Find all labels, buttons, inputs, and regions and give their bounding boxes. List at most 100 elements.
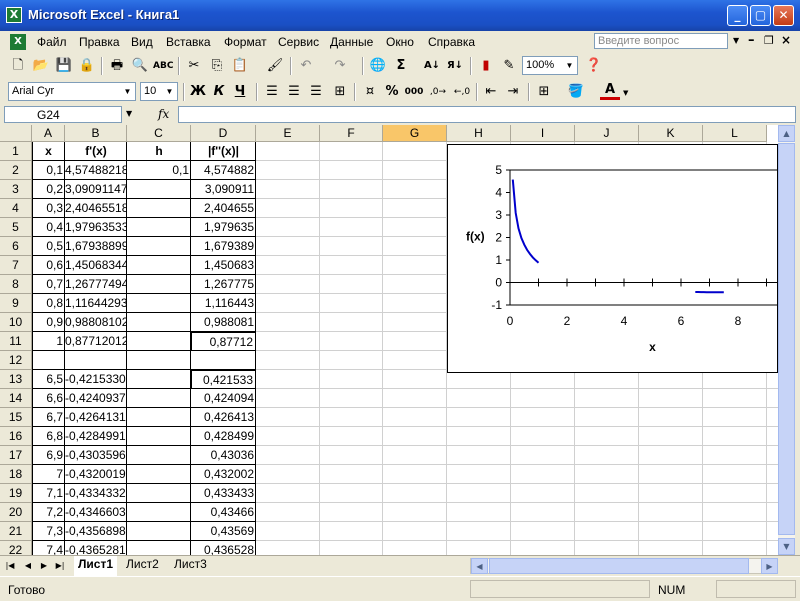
cell-h[interactable] [127, 218, 191, 237]
row-header-14[interactable]: 14 [0, 389, 32, 408]
row-header-20[interactable]: 20 [0, 503, 32, 522]
cell-x[interactable]: 6,8 [32, 427, 65, 446]
row-header-10[interactable]: 10 [0, 313, 32, 332]
cell-fprime[interactable]: -0,434660339 [65, 503, 127, 522]
spelling-icon[interactable]: ABC [153, 56, 173, 76]
column-header-j[interactable]: J [575, 125, 639, 142]
zoom-combo[interactable]: 100% ▼ [522, 56, 578, 75]
doc-restore-icon[interactable]: ❐ [764, 34, 774, 47]
cell-x[interactable]: 0,5 [32, 237, 65, 256]
cell-fdouble[interactable]: 0,432002 [191, 465, 256, 484]
cell-h[interactable] [127, 275, 191, 294]
cell-fprime[interactable]: 4,57488218 [65, 161, 127, 180]
cell-h[interactable] [127, 313, 191, 332]
cell-fprime[interactable]: 2,404655184 [65, 199, 127, 218]
print-icon[interactable]: 🖶 [107, 56, 127, 76]
cell-fprime[interactable]: 1,679388997 [65, 237, 127, 256]
cell-x[interactable]: 6,6 [32, 389, 65, 408]
menu-window[interactable]: Окно [386, 35, 414, 49]
cell-h[interactable] [127, 180, 191, 199]
row-header-16[interactable]: 16 [0, 427, 32, 446]
cell-fprime[interactable]: 1,450683449 [65, 256, 127, 275]
menu-insert[interactable]: Вставка [166, 35, 211, 49]
cell-h[interactable] [127, 199, 191, 218]
row-header-21[interactable]: 21 [0, 522, 32, 541]
cell-x[interactable]: 6,5 [32, 370, 65, 389]
font-color-dropdown-icon[interactable]: ▼ [623, 89, 628, 97]
cut-icon[interactable]: ✂ [184, 56, 204, 76]
cell-fprime[interactable]: -0,421533094 [65, 370, 127, 389]
cell-h[interactable] [127, 332, 191, 351]
cell-x[interactable]: 7,3 [32, 522, 65, 541]
cell-x[interactable]: 0,1 [32, 161, 65, 180]
row-header-11[interactable]: 11 [0, 332, 32, 351]
row-header-1[interactable]: 1 [0, 142, 32, 161]
cell-fdouble[interactable]: 3,090911 [191, 180, 256, 199]
cell-fprime[interactable]: -0,436528193 [65, 541, 127, 555]
font-name-combo[interactable]: Arial Cyr ▼ [8, 82, 136, 101]
row-header-13[interactable]: 13 [0, 370, 32, 389]
row-header-2[interactable]: 2 [0, 161, 32, 180]
paste-icon[interactable]: 📋 [230, 56, 250, 76]
cell-fdouble[interactable]: 0,43036 [191, 446, 256, 465]
merge-center-icon[interactable]: ⊞ [330, 82, 350, 102]
font-name-dropdown-icon[interactable]: ▼ [121, 84, 134, 99]
minimize-button[interactable]: _ [727, 5, 748, 26]
bold-button[interactable]: Ж [188, 82, 208, 102]
new-document-icon[interactable]: 🗋 [8, 56, 28, 76]
format-painter-icon[interactable]: 🖌 [265, 56, 285, 76]
autosum-icon[interactable]: Σ [391, 56, 411, 76]
cell-fdouble[interactable]: 0,43466 [191, 503, 256, 522]
row-header-4[interactable]: 4 [0, 199, 32, 218]
horizontal-scrollbar[interactable]: ◀ ▶ [470, 558, 778, 574]
cell-h[interactable] [127, 256, 191, 275]
cell-x[interactable]: 0,6 [32, 256, 65, 275]
copy-icon[interactable]: ⎘ [207, 56, 227, 76]
chart-wizard-icon[interactable]: ▮ [476, 56, 496, 76]
font-size-dropdown-icon[interactable]: ▼ [163, 84, 176, 99]
row-header-12[interactable]: 12 [0, 351, 32, 370]
cell-x[interactable]: 7,1 [32, 484, 65, 503]
row-header-18[interactable]: 18 [0, 465, 32, 484]
row-header-6[interactable]: 6 [0, 237, 32, 256]
menu-view[interactable]: Вид [131, 35, 153, 49]
vertical-scroll-thumb[interactable] [778, 143, 795, 535]
sort-descending-icon[interactable]: Я↓ [445, 56, 465, 76]
scroll-left-icon[interactable]: ◀ [471, 558, 488, 574]
align-left-icon[interactable]: ☰ [262, 82, 282, 102]
insert-function-icon[interactable]: fx [158, 107, 169, 121]
row-header-9[interactable]: 9 [0, 294, 32, 313]
menu-edit[interactable]: Правка [79, 35, 120, 49]
cell-fprime[interactable]: -0,426413112 [65, 408, 127, 427]
column-header-i[interactable]: I [511, 125, 575, 142]
cell-fdouble[interactable]: 0,421533 [191, 370, 256, 389]
menu-data[interactable]: Данные [330, 35, 373, 49]
cell-h[interactable] [127, 294, 191, 313]
cell-x[interactable]: 0,4 [32, 218, 65, 237]
sheet-tab-2[interactable]: Лист2 [122, 556, 163, 574]
formula-input[interactable] [178, 106, 796, 123]
first-sheet-icon[interactable]: |◀ [4, 559, 16, 573]
cell-h[interactable] [127, 446, 191, 465]
cell-fprime[interactable]: 1,26777494 [65, 275, 127, 294]
cell-h[interactable] [127, 465, 191, 484]
column-header-c[interactable]: C [127, 125, 191, 142]
column-header-k[interactable]: K [639, 125, 703, 142]
cell-fdouble[interactable]: 0,426413 [191, 408, 256, 427]
increase-decimal-icon[interactable]: ,0→ [428, 82, 448, 102]
cell-h[interactable] [127, 351, 191, 370]
cell-h[interactable] [127, 541, 191, 555]
cell-h[interactable] [127, 522, 191, 541]
cell-h[interactable] [127, 408, 191, 427]
cell-fprime[interactable]: -0,430359619 [65, 446, 127, 465]
cell-fdouble[interactable]: 1,116443 [191, 294, 256, 313]
decrease-decimal-icon[interactable]: ←,0 [452, 82, 472, 102]
worksheet-grid[interactable]: ABCDEFGHIJKL1234567891011121314151617181… [0, 125, 778, 555]
underline-button[interactable]: Ч [230, 82, 250, 102]
row-header-17[interactable]: 17 [0, 446, 32, 465]
cell-x[interactable]: 0,3 [32, 199, 65, 218]
cell-fprime[interactable]: 1,979635332 [65, 218, 127, 237]
close-button[interactable]: ✕ [773, 5, 794, 26]
maximize-button[interactable]: ▢ [750, 5, 771, 26]
undo-icon[interactable]: ↶ [296, 56, 316, 76]
